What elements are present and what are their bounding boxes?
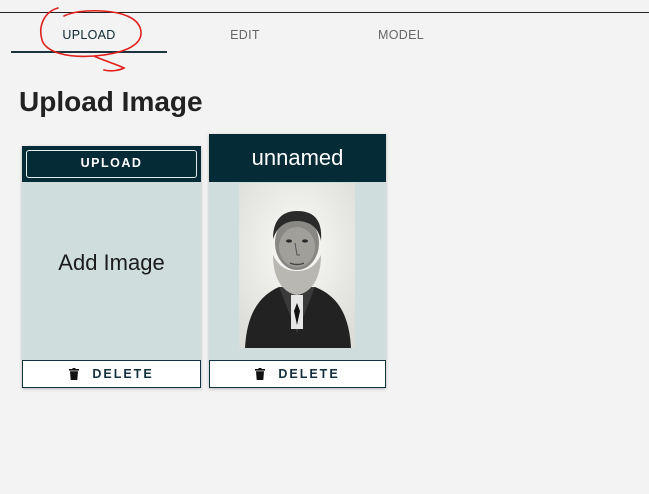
image-card: unnamed DELETE bbox=[209, 134, 386, 388]
add-image-placeholder[interactable]: Add Image bbox=[22, 250, 201, 276]
red-circle-annotation bbox=[40, 7, 142, 72]
trash-icon bbox=[255, 368, 266, 380]
image-name: unnamed bbox=[251, 145, 344, 170]
page-title: Upload Image bbox=[19, 86, 203, 117]
delete-label: DELETE bbox=[278, 367, 340, 381]
delete-button[interactable]: DELETE bbox=[22, 360, 201, 388]
delete-label: DELETE bbox=[92, 367, 154, 381]
upload-card-header: UPLOAD bbox=[22, 146, 201, 182]
tab-edit[interactable]: EDIT bbox=[196, 27, 294, 43]
upload-button[interactable]: UPLOAD bbox=[26, 150, 197, 178]
trash-icon bbox=[69, 368, 80, 380]
upload-card: UPLOAD Add Image DELETE bbox=[22, 146, 201, 388]
portrait-image bbox=[239, 183, 355, 348]
image-card-header: unnamed bbox=[209, 134, 386, 182]
tab-model[interactable]: MODEL bbox=[352, 27, 450, 43]
delete-button[interactable]: DELETE bbox=[209, 360, 386, 388]
